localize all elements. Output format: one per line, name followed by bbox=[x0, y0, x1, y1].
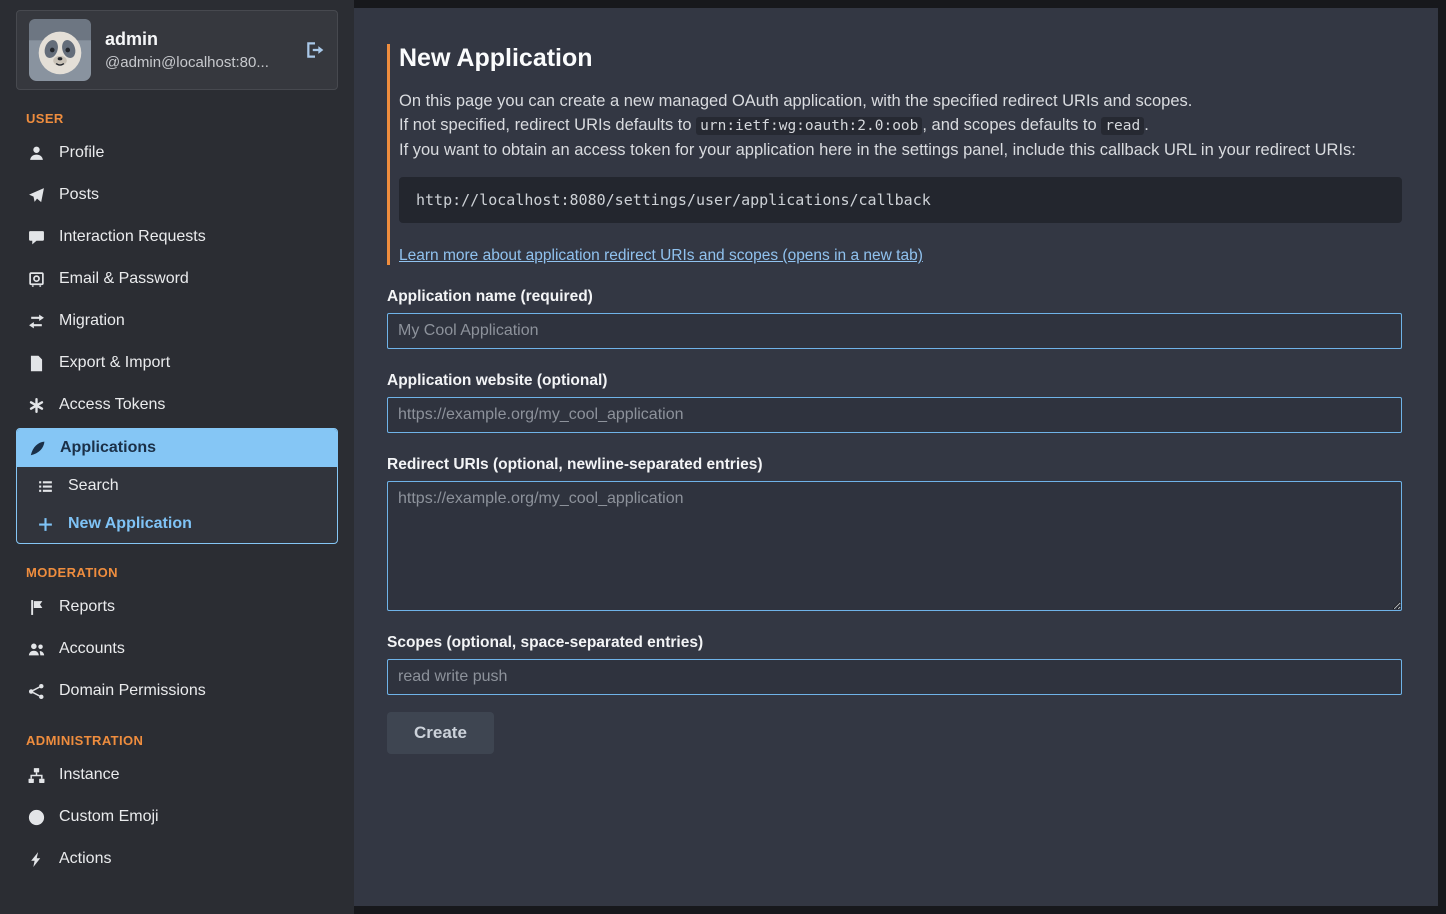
nav-user: Profile Posts Interaction Requests Email… bbox=[16, 132, 338, 544]
redirect-uris-label: Redirect URIs (optional, newline-separat… bbox=[387, 456, 1402, 474]
paper-plane-icon bbox=[26, 186, 46, 204]
sidebar-item-access-tokens[interactable]: Access Tokens bbox=[16, 384, 338, 426]
intro-line-2-end: . bbox=[1144, 116, 1149, 134]
sidebar-item-actions[interactable]: Actions bbox=[16, 838, 338, 880]
sidebar-item-posts[interactable]: Posts bbox=[16, 174, 338, 216]
plus-icon bbox=[35, 515, 55, 533]
intro-line-2-mid: , and scopes defaults to bbox=[922, 116, 1101, 134]
application-website-label: Application website (optional) bbox=[387, 372, 1402, 390]
redirect-uris-textarea[interactable] bbox=[387, 481, 1402, 611]
intro-line-2-pre: If not specified, redirect URIs defaults… bbox=[399, 116, 696, 134]
nav-administration: Instance Custom Emoji Actions bbox=[16, 754, 338, 880]
page-title: New Application bbox=[399, 44, 1402, 73]
safe-icon bbox=[26, 270, 46, 288]
smiley-icon bbox=[26, 808, 46, 826]
sitemap-icon bbox=[26, 766, 46, 784]
application-name-field: Application name (required) bbox=[387, 288, 1402, 349]
sidebar-item-domain-permissions[interactable]: Domain Permissions bbox=[16, 670, 338, 712]
sidebar-item-instance[interactable]: Instance bbox=[16, 754, 338, 796]
application-name-input[interactable] bbox=[387, 313, 1402, 349]
user-icon bbox=[26, 144, 46, 162]
list-icon bbox=[35, 477, 55, 495]
transfer-icon bbox=[26, 312, 46, 330]
intro-line-2: If not specified, redirect URIs defaults… bbox=[399, 113, 1402, 138]
sidebar: admin @admin@localhost:80... USER Profil… bbox=[0, 0, 354, 914]
sidebar-item-interaction-requests[interactable]: Interaction Requests bbox=[16, 216, 338, 258]
sign-out-icon[interactable] bbox=[305, 40, 325, 60]
users-icon bbox=[26, 640, 46, 658]
nav-moderation: Reports Accounts Domain Permissions bbox=[16, 586, 338, 712]
sidebar-item-accounts[interactable]: Accounts bbox=[16, 628, 338, 670]
sidebar-item-custom-emoji[interactable]: Custom Emoji bbox=[16, 796, 338, 838]
default-redirect-uri-code: urn:ietf:wg:oauth:2.0:oob bbox=[696, 117, 922, 135]
scopes-label: Scopes (optional, space-separated entrie… bbox=[387, 634, 1402, 652]
sidebar-item-new-application[interactable]: New Application bbox=[17, 505, 337, 543]
sidebar-item-profile[interactable]: Profile bbox=[16, 132, 338, 174]
bolt-icon bbox=[26, 850, 46, 868]
feather-icon bbox=[27, 439, 47, 457]
sidebar-item-applications[interactable]: Applications bbox=[17, 429, 337, 467]
application-name-label: Application name (required) bbox=[387, 288, 1402, 306]
create-button[interactable]: Create bbox=[387, 712, 494, 754]
learn-more-link[interactable]: Learn more about application redirect UR… bbox=[399, 247, 923, 265]
comment-icon bbox=[26, 228, 46, 246]
redirect-uris-field: Redirect URIs (optional, newline-separat… bbox=[387, 456, 1402, 611]
application-website-field: Application website (optional) bbox=[387, 372, 1402, 433]
sidebar-item-applications-search[interactable]: Search bbox=[17, 467, 337, 505]
sidebar-item-export-import[interactable]: Export & Import bbox=[16, 342, 338, 384]
avatar bbox=[29, 19, 91, 81]
scopes-input[interactable] bbox=[387, 659, 1402, 695]
section-header-moderation: MODERATION bbox=[26, 565, 328, 580]
file-export-icon bbox=[26, 354, 46, 372]
network-icon bbox=[26, 682, 46, 700]
sidebar-item-email-password[interactable]: Email & Password bbox=[16, 258, 338, 300]
sidebar-item-reports[interactable]: Reports bbox=[16, 586, 338, 628]
intro-section: New Application On this page you can cre… bbox=[387, 44, 1402, 265]
intro-line-3: If you want to obtain an access token fo… bbox=[399, 138, 1402, 162]
user-info: admin @admin@localhost:80... bbox=[105, 29, 291, 71]
callback-url-code-block: http://localhost:8080/settings/user/appl… bbox=[399, 177, 1402, 223]
application-website-input[interactable] bbox=[387, 397, 1402, 433]
applications-group: Applications Search New Application bbox=[16, 428, 338, 544]
scopes-field: Scopes (optional, space-separated entrie… bbox=[387, 634, 1402, 695]
intro-line-1: On this page you can create a new manage… bbox=[399, 89, 1402, 113]
default-scope-code: read bbox=[1101, 117, 1144, 135]
app-root: admin @admin@localhost:80... USER Profil… bbox=[0, 0, 1446, 914]
user-card[interactable]: admin @admin@localhost:80... bbox=[16, 10, 338, 90]
sidebar-item-migration[interactable]: Migration bbox=[16, 300, 338, 342]
flag-icon bbox=[26, 598, 46, 616]
asterisk-icon bbox=[26, 396, 46, 414]
user-name: admin bbox=[105, 29, 291, 50]
section-header-administration: ADMINISTRATION bbox=[26, 733, 328, 748]
main-panel: New Application On this page you can cre… bbox=[354, 8, 1438, 906]
user-handle: @admin@localhost:80... bbox=[105, 54, 291, 71]
section-header-user: USER bbox=[26, 111, 328, 126]
new-application-form: Application name (required) Application … bbox=[387, 288, 1402, 754]
